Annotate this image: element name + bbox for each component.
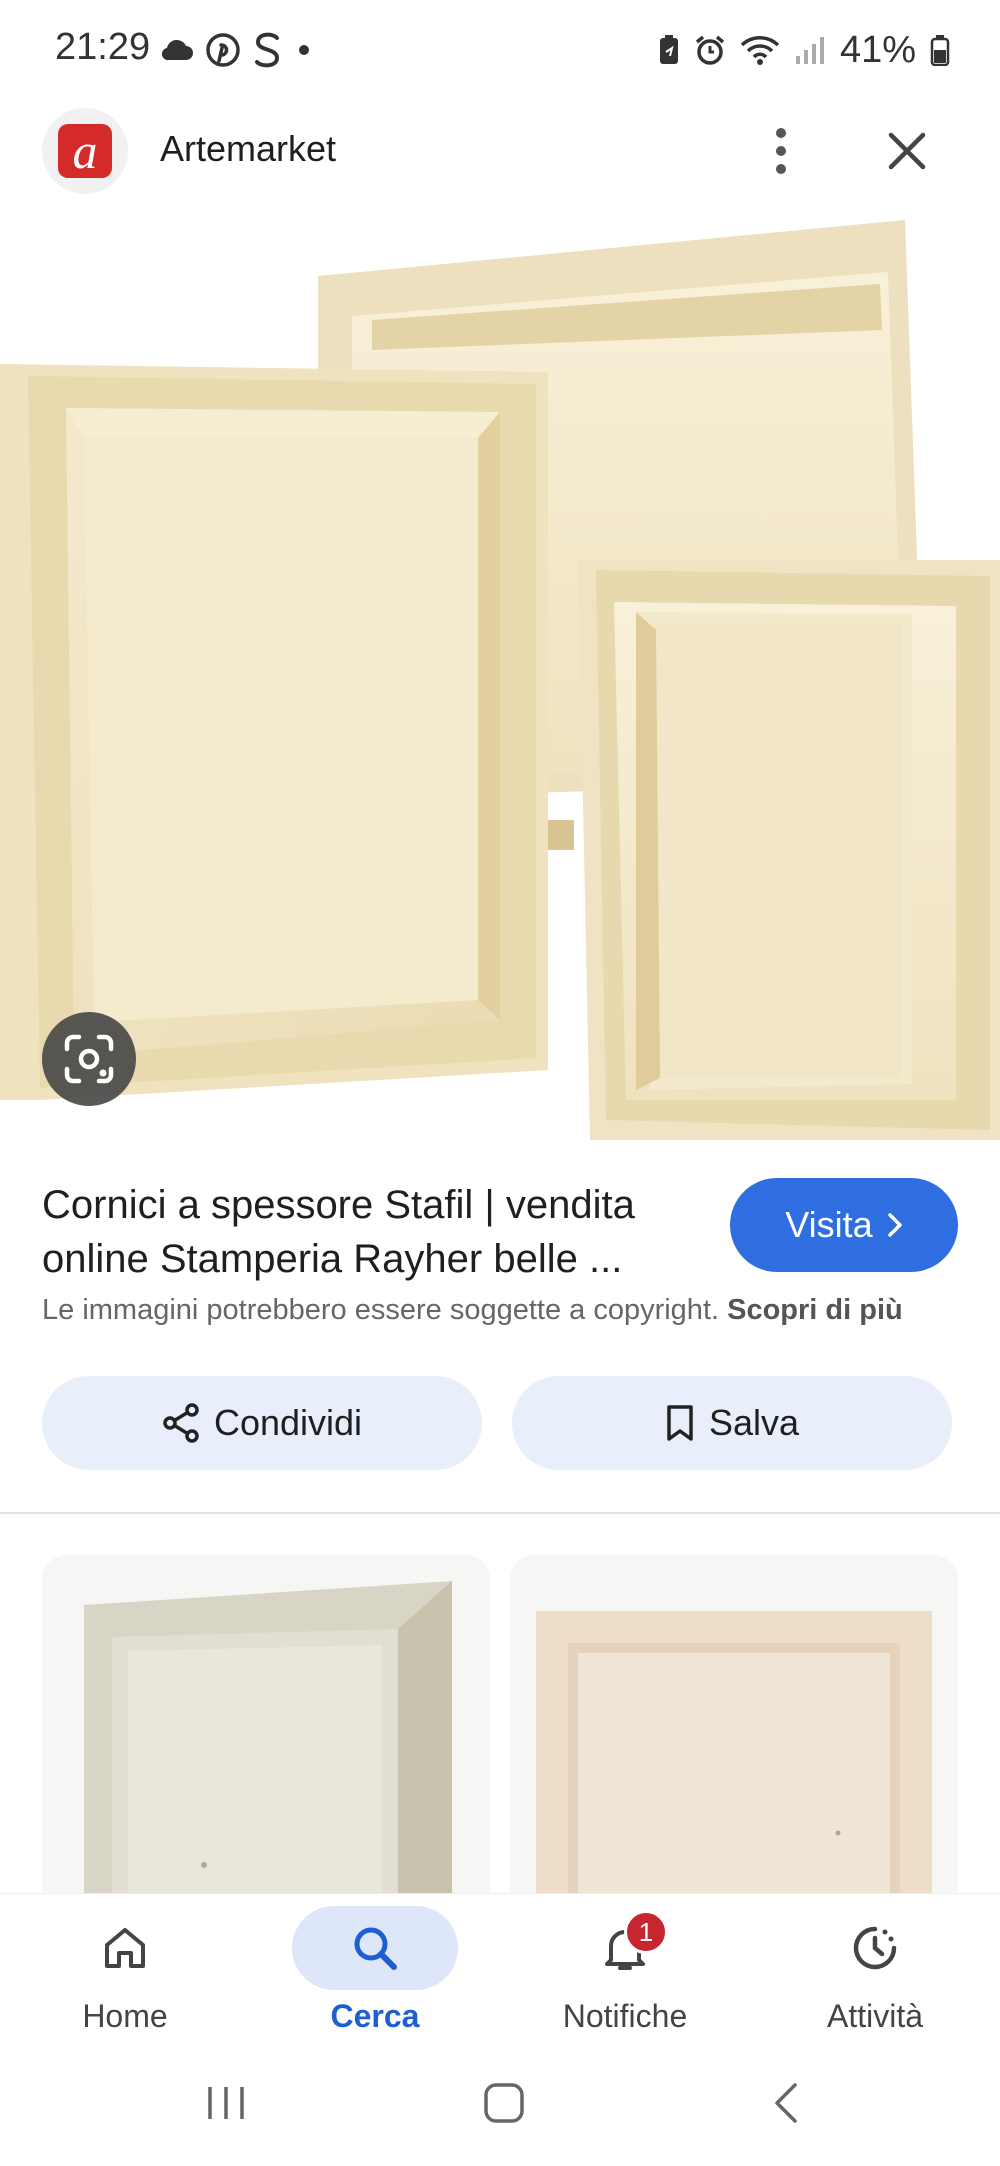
bookmark-icon [667, 1405, 693, 1441]
lens-icon [64, 1034, 114, 1084]
copyright-notice: Le immagini potrebbero essere soggette a… [42, 1294, 972, 1327]
related-frame-image [42, 1555, 490, 1915]
share-label: Condividi [213, 1402, 363, 1443]
section-divider [0, 1512, 1000, 1514]
share-button[interactable]: Condividi [42, 1376, 482, 1470]
site-logo-mark: a [58, 124, 112, 178]
visit-label: Visita [785, 1204, 873, 1245]
wifi-icon [740, 36, 780, 65]
nav-home-label: Home [82, 1998, 168, 2034]
s-app-icon [255, 32, 280, 68]
dot-icon [299, 45, 309, 55]
recent-apps-icon [208, 2087, 244, 2119]
home-icon [105, 1928, 145, 1968]
nav-activity[interactable]: Attività [750, 1894, 1000, 2044]
close-icon [888, 132, 926, 170]
learn-more-link[interactable]: Scopri di più [727, 1294, 903, 1326]
notification-badge: 1 [624, 1910, 668, 1954]
status-left-icons [160, 28, 314, 72]
nav-search[interactable]: Cerca [250, 1894, 500, 2044]
save-label: Salva [708, 1402, 800, 1443]
pinterest-icon [206, 33, 240, 67]
visit-button[interactable]: Visita [730, 1178, 958, 1272]
nav-home[interactable]: Home [0, 1894, 250, 2044]
battery-icon [930, 35, 950, 66]
result-title[interactable]: Cornici a spessore Stafil | vendita onli… [42, 1178, 702, 1286]
battery-percent: 41% [839, 28, 916, 71]
save-button[interactable]: Salva [512, 1376, 952, 1470]
close-button[interactable] [876, 120, 938, 182]
nav-activity-icon-wrap [792, 1906, 958, 1990]
nav-notifications-icon-wrap [542, 1906, 708, 1990]
bottom-navigation: Home Cerca 1 Notifiche Attività [0, 1893, 1000, 2043]
chevron-right-icon [887, 1213, 902, 1237]
share-icon [163, 1403, 199, 1443]
nav-notifications[interactable]: 1 Notifiche [500, 1894, 750, 2044]
nav-search-label: Cerca [330, 1998, 420, 2034]
activity-icon [853, 1926, 897, 1970]
status-right-icons: 41% [658, 28, 950, 72]
related-result-card[interactable] [510, 1555, 958, 1915]
google-lens-button[interactable] [42, 1012, 136, 1106]
system-navigation-bar [0, 2043, 1000, 2166]
result-image[interactable] [0, 220, 1000, 1140]
result-header: a Artemarket [0, 100, 1000, 220]
signal-icon [795, 37, 824, 64]
status-bar: 21:29 41% [0, 0, 1000, 100]
site-name[interactable]: Artemarket [160, 128, 336, 170]
back-button[interactable] [746, 2073, 826, 2133]
home-square-icon [484, 2083, 524, 2123]
back-chevron-icon [775, 2083, 797, 2123]
cloud-icon [161, 39, 193, 61]
wooden-frames-illustration [0, 220, 1000, 1140]
nav-activity-label: Attività [826, 1998, 924, 2034]
nav-search-icon-wrap [292, 1906, 458, 1990]
related-frame-image [510, 1555, 958, 1915]
copyright-text: Le immagini potrebbero essere soggette a… [42, 1294, 720, 1326]
more-options-button[interactable] [756, 118, 806, 184]
home-system-button[interactable] [464, 2073, 544, 2133]
battery-saver-icon [659, 35, 678, 64]
site-logo[interactable]: a [42, 108, 128, 194]
alarm-icon [695, 35, 725, 65]
more-vert-icon [776, 128, 786, 174]
nav-home-icon-wrap [42, 1906, 208, 1990]
nav-notifications-label: Notifiche [562, 1998, 688, 2034]
related-result-card[interactable] [42, 1555, 490, 1915]
search-icon [354, 1927, 397, 1970]
status-time: 21:29 [55, 26, 151, 68]
recent-apps-button[interactable] [186, 2073, 266, 2133]
